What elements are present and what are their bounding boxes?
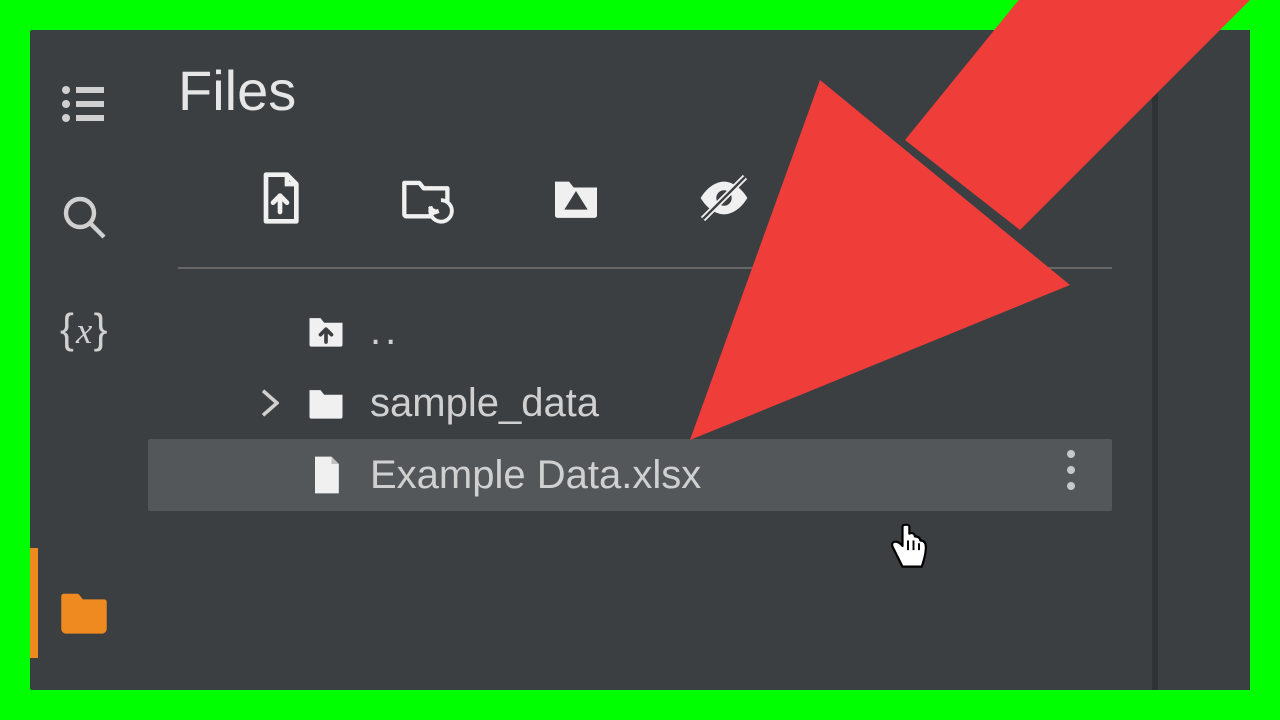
- folder-name-label: sample_data: [370, 381, 599, 426]
- right-gutter: [1158, 30, 1250, 690]
- svg-text:}: }: [94, 306, 108, 352]
- files-tab-icon[interactable]: [57, 585, 111, 644]
- file-icon: [304, 453, 348, 497]
- active-tab-indicator: [30, 548, 38, 658]
- left-icon-rail: { x }: [30, 30, 138, 690]
- parent-directory-row[interactable]: ..: [138, 295, 1152, 367]
- more-options-icon[interactable]: [1066, 448, 1076, 502]
- search-icon[interactable]: [60, 193, 108, 246]
- files-header: Files: [138, 30, 1152, 150]
- expand-chevron-icon[interactable]: [258, 389, 282, 417]
- variables-icon[interactable]: { x }: [60, 306, 108, 359]
- parent-directory-label: ..: [370, 309, 400, 354]
- files-panel: { x } Files: [30, 30, 1250, 690]
- upload-file-icon[interactable]: [252, 170, 308, 231]
- folder-row-sample-data[interactable]: sample_data: [138, 367, 1152, 439]
- panel-title: Files: [178, 58, 1066, 123]
- toggle-hidden-files-icon[interactable]: [696, 170, 752, 231]
- mount-drive-icon[interactable]: [548, 170, 604, 231]
- file-row-example-data[interactable]: Example Data.xlsx: [148, 439, 1112, 511]
- refresh-folder-icon[interactable]: [400, 170, 456, 231]
- table-of-contents-icon[interactable]: [60, 80, 108, 133]
- file-name-label: Example Data.xlsx: [370, 453, 701, 498]
- new-folder-icon[interactable]: [1066, 60, 1122, 121]
- svg-text:x: x: [75, 310, 93, 351]
- files-main-area: Files: [138, 30, 1158, 690]
- svg-text:{: {: [60, 306, 74, 352]
- folder-icon: [304, 381, 348, 425]
- file-actions-toolbar: [178, 150, 1112, 269]
- file-tree: .. sample_data Example Data.xlsx: [138, 269, 1152, 511]
- folder-up-icon: [304, 309, 348, 353]
